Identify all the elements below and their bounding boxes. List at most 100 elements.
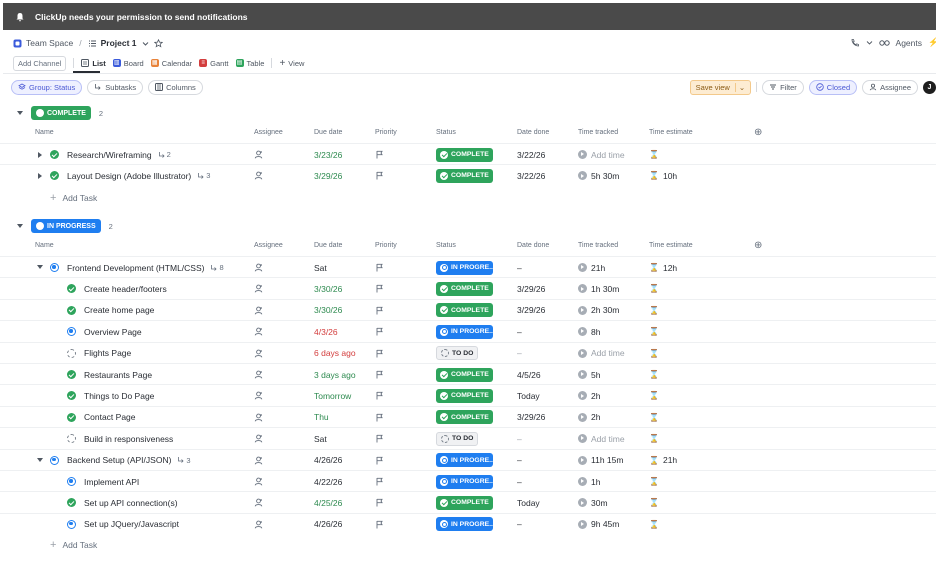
status-badge[interactable]: COMPLETE [436,147,493,162]
time-tracked-cell[interactable]: 30m [578,492,608,513]
task-name[interactable]: Backend Setup (API/JSON) [67,455,171,465]
priority-cell[interactable] [375,300,384,321]
play-icon[interactable] [578,348,587,358]
status-cell[interactable]: IN PROGRE... [436,450,493,471]
due-date[interactable]: 4/25/26 [314,492,342,513]
subtask-row[interactable]: Implement API 4/22/26 IN PROGRE... – 1h ⌛ [0,470,936,491]
column-name[interactable]: Name [35,129,54,136]
column-time-tracked[interactable]: Time tracked [578,242,618,249]
time-tracked[interactable]: Add time [591,150,625,160]
chevron-down-icon[interactable] [37,457,43,462]
play-icon[interactable] [578,455,587,465]
status-cell[interactable]: COMPLETE [436,364,493,385]
task-name-cell[interactable]: Backend Setup (API/JSON) 3 [50,450,191,471]
task-name-cell[interactable]: Build in responsiveness [67,428,173,449]
time-estimate[interactable]: 21h [663,455,677,465]
task-row[interactable]: Research/Wireframing 2 3/23/26 COMPLETE 3/22… [0,143,936,164]
status-badge[interactable]: IN PROGRE... [436,517,493,532]
flag-icon[interactable] [375,370,384,379]
task-name[interactable]: Implement API [84,477,139,487]
add-assignee-icon[interactable] [254,263,263,272]
complete-status-icon[interactable] [67,284,76,294]
add-assignee-icon[interactable] [254,370,263,379]
time-tracked-cell[interactable]: Add time [578,343,625,364]
time-tracked[interactable]: Add time [591,348,625,358]
task-name-cell[interactable]: Contact Page [67,407,136,428]
subtask-count[interactable]: 3 [177,456,191,465]
time-estimate-cell[interactable]: ⌛ [649,407,663,428]
add-assignee-icon[interactable] [254,306,263,315]
status-badge[interactable]: TO DO [436,431,478,446]
columns-button[interactable]: Columns [148,79,203,95]
add-assignee-icon[interactable] [254,171,263,180]
task-name-cell[interactable]: Layout Design (Adobe Illustrator) 3 [50,165,210,186]
flag-icon[interactable] [375,349,384,358]
task-name-cell[interactable]: Set up API connection(s) [67,492,178,513]
task-name-cell[interactable]: Research/Wireframing 2 [50,144,171,165]
status-badge[interactable]: COMPLETE [436,281,493,296]
task-name[interactable]: Things to Do Page [84,391,154,401]
more-icon[interactable]: ⚡ [928,37,936,48]
add-column-icon[interactable]: ⊕ [754,127,762,138]
status-cell[interactable]: IN PROGRE... [436,257,493,278]
in-progress-status-icon[interactable] [50,263,59,272]
time-tracked[interactable]: 5h [591,370,600,380]
task-row[interactable]: Frontend Development (HTML/CSS) 8 Sat IN PR… [0,256,936,277]
complete-status-icon[interactable] [67,305,76,315]
assignee-cell[interactable] [254,257,263,278]
time-tracked-cell[interactable]: 5h [578,364,600,385]
add-assignee-icon[interactable] [254,477,263,486]
subtask-count[interactable]: 2 [158,150,171,159]
time-estimate-cell[interactable]: ⌛ [649,321,663,342]
due-date[interactable]: 3/30/26 [314,278,342,299]
time-tracked[interactable]: 2h 30m [591,305,619,315]
add-assignee-icon[interactable] [254,520,263,529]
complete-status-icon[interactable] [67,370,76,379]
add-assignee-icon[interactable] [254,413,263,422]
assignee-cell[interactable] [254,343,263,364]
column-status[interactable]: Status [436,129,456,136]
time-tracked-cell[interactable]: 2h [578,385,600,406]
play-icon[interactable] [578,370,587,379]
breadcrumb-project[interactable]: Project 1 [101,38,137,48]
time-tracked[interactable]: 21h [591,263,605,273]
status-cell[interactable]: COMPLETE [436,144,493,165]
priority-cell[interactable] [375,450,384,471]
flag-icon[interactable] [375,284,384,293]
due-date[interactable]: 3/30/26 [314,300,342,321]
time-tracked[interactable]: 30m [591,498,608,508]
status-badge[interactable]: COMPLETE [436,168,493,183]
avatar[interactable]: J [923,80,936,94]
time-estimate-cell[interactable]: ⌛ [649,514,663,535]
subtask-row[interactable]: Create header/footers 3/30/26 COMPLETE 3/29… [0,277,936,298]
play-icon[interactable] [578,171,587,181]
time-tracked-cell[interactable]: 2h [578,407,600,428]
status-cell[interactable]: TO DO [436,428,478,449]
status-badge[interactable]: COMPLETE [436,303,493,318]
task-name[interactable]: Layout Design (Adobe Illustrator) [67,171,191,181]
chevron-down-icon[interactable] [866,39,873,46]
play-icon[interactable] [578,284,587,294]
subtask-row[interactable]: Set up API connection(s) 4/25/26 COMPLETE T… [0,491,936,512]
status-badge[interactable]: COMPLETE [436,388,493,403]
assignee-cell[interactable] [254,144,263,165]
priority-cell[interactable] [375,144,384,165]
due-date[interactable]: 3/29/26 [314,165,342,186]
task-row[interactable]: Backend Setup (API/JSON) 3 4/26/26 IN PROGR… [0,448,936,471]
column-due-date[interactable]: Due date [314,129,342,136]
flag-icon[interactable] [375,456,384,465]
breadcrumb-space[interactable]: Team Space [26,38,73,48]
agents-button[interactable]: Agents [896,38,922,48]
notification-bar[interactable]: ClickUp needs your permission to send no… [3,3,936,30]
task-name[interactable]: Frontend Development (HTML/CSS) [67,263,204,273]
flag-icon[interactable] [375,391,384,400]
time-tracked-cell[interactable]: Add time [578,428,625,449]
priority-cell[interactable] [375,343,384,364]
time-tracked[interactable]: 9h 45m [591,519,619,529]
flag-icon[interactable] [375,498,384,507]
subtask-row[interactable]: Overview Page 4/3/26 IN PROGRE... – 8h ⌛ [0,320,936,341]
priority-cell[interactable] [375,471,384,492]
time-estimate-cell[interactable]: ⌛ [649,364,663,385]
time-tracked[interactable]: 1h [591,477,600,487]
task-name[interactable]: Build in responsiveness [84,434,173,444]
